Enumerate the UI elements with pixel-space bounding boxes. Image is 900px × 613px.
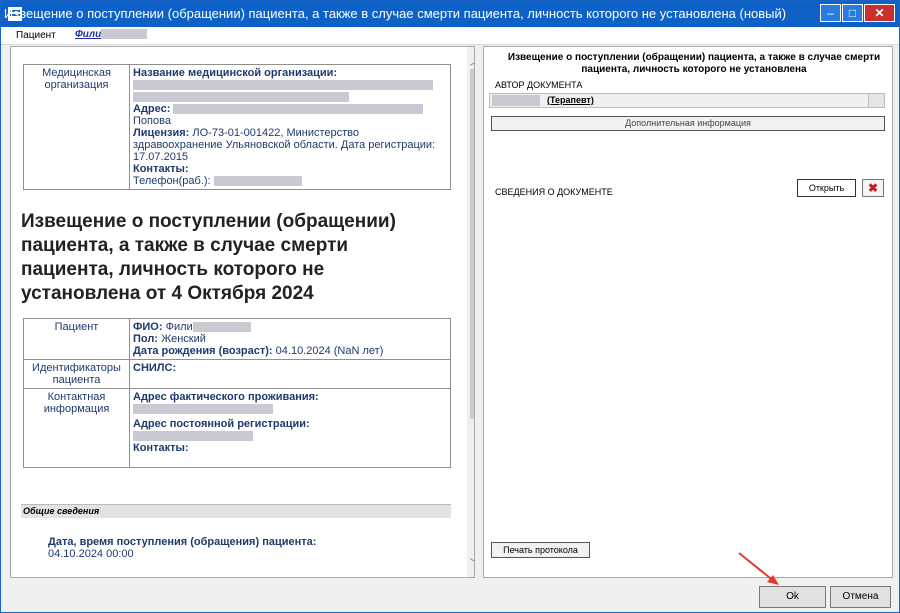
org-contacts-label: Контакты: — [133, 163, 189, 175]
doc-info-label: СВЕДЕНИЯ О ДОКУМЕНТЕ — [495, 187, 613, 197]
ok-button[interactable]: Ok — [759, 586, 826, 608]
fio-value: Фили — [165, 321, 193, 333]
actual-address-label: Адрес фактического проживания: — [133, 391, 319, 403]
author-select-button[interactable] — [868, 94, 884, 107]
document-preview[interactable]: Медицинская организация Название медицин… — [10, 46, 475, 578]
identifiers-details: СНИЛС: — [129, 359, 451, 389]
patient-table: Пациент ФИО: Фили Пол: Женский Дата рожд… — [23, 318, 451, 468]
patient-link-text: Фили — [75, 29, 102, 40]
scroll-up-icon[interactable]: ︿ — [470, 53, 474, 68]
fio-label: ФИО: — [133, 321, 163, 333]
close-button[interactable]: ✕ — [864, 4, 895, 22]
patient-bar-label: Пациент — [16, 30, 56, 41]
author-value: (Терапевт) — [547, 95, 594, 105]
patient-bar: Пациент Фили — [1, 27, 899, 45]
redacted-block — [173, 104, 424, 115]
redacted-block — [133, 403, 447, 415]
address-label: Адрес: — [133, 103, 171, 115]
redacted-block — [492, 95, 540, 106]
phone-label: Телефон(раб.): — [133, 175, 211, 187]
patient-link[interactable]: Фили — [75, 29, 148, 40]
patient-contacts-label: Контакты: — [133, 442, 189, 454]
document-properties-panel: Извещение о поступлении (обращении) паци… — [483, 46, 893, 578]
delete-icon: ✖ — [867, 181, 879, 195]
org-name-label: Название медицинской организации: — [133, 67, 338, 79]
author-label: АВТОР ДОКУМЕНТА — [495, 80, 583, 90]
print-protocol-button[interactable]: Печать протокола — [491, 542, 590, 558]
address-tail: Попова — [133, 115, 171, 127]
sex-value: Женский — [161, 333, 206, 345]
redacted-block — [133, 79, 447, 91]
window-title: Извещение о поступлении (обращении) паци… — [3, 6, 787, 21]
vertical-scrollbar[interactable]: ︿ ﹀ — [467, 47, 474, 577]
delete-button[interactable]: ✖ — [862, 179, 884, 197]
patient-details: ФИО: Фили Пол: Женский Дата рождения (во… — [129, 318, 451, 360]
organization-details: Название медицинской организации: Адрес:… — [129, 64, 451, 190]
open-button[interactable]: Открыть — [797, 179, 856, 197]
redacted-block — [213, 176, 302, 187]
reg-address-label: Адрес постоянной регистрации: — [133, 418, 310, 430]
document-heading: Извещение о поступлении (обращении) паци… — [21, 211, 396, 304]
cancel-button[interactable]: Отмена — [830, 586, 891, 608]
organization-table: Медицинская организация Название медицин… — [23, 64, 451, 190]
sex-label: Пол: — [133, 333, 159, 345]
scrollbar-thumb[interactable] — [470, 69, 474, 419]
panel-title: Извещение о поступлении (обращении) паци… — [507, 52, 881, 75]
redacted-block — [192, 322, 251, 333]
scroll-down-icon[interactable]: ﹀ — [470, 555, 474, 570]
dob-label: Дата рождения (возраст): — [133, 345, 273, 357]
minimize-button[interactable]: – — [820, 4, 841, 22]
patient-section-label: Пациент — [23, 318, 130, 360]
maximize-button[interactable]: □ — [842, 4, 863, 22]
contact-info-label: Контактная информация — [23, 388, 130, 468]
redacted-block — [133, 430, 447, 442]
organization-section-label: Медицинская организация — [23, 64, 130, 190]
snils-label: СНИЛС: — [133, 362, 177, 374]
annotation-arrow-icon — [738, 552, 779, 585]
dob-value: 04.10.2024 (NaN лет) — [275, 345, 384, 357]
admission-label: Дата, время поступления (обращения) паци… — [48, 536, 317, 548]
more-info-button[interactable]: Дополнительная информация — [491, 116, 885, 131]
admission-value: 04.10.2024 00:00 — [48, 548, 134, 560]
redacted-block — [133, 91, 447, 103]
dialog-window: Извещение о поступлении (обращении) паци… — [0, 0, 900, 613]
contact-info-details: Адрес фактического проживания: Адрес пос… — [129, 388, 451, 468]
redacted-block — [101, 29, 148, 40]
general-section-title: Общие сведения — [21, 504, 451, 518]
license-label: Лицензия: — [133, 127, 190, 139]
author-field[interactable]: (Терапевт) — [489, 93, 885, 108]
title-bar[interactable]: Извещение о поступлении (обращении) паци… — [1, 1, 899, 27]
identifiers-label: Идентификаторы пациента — [23, 359, 130, 389]
